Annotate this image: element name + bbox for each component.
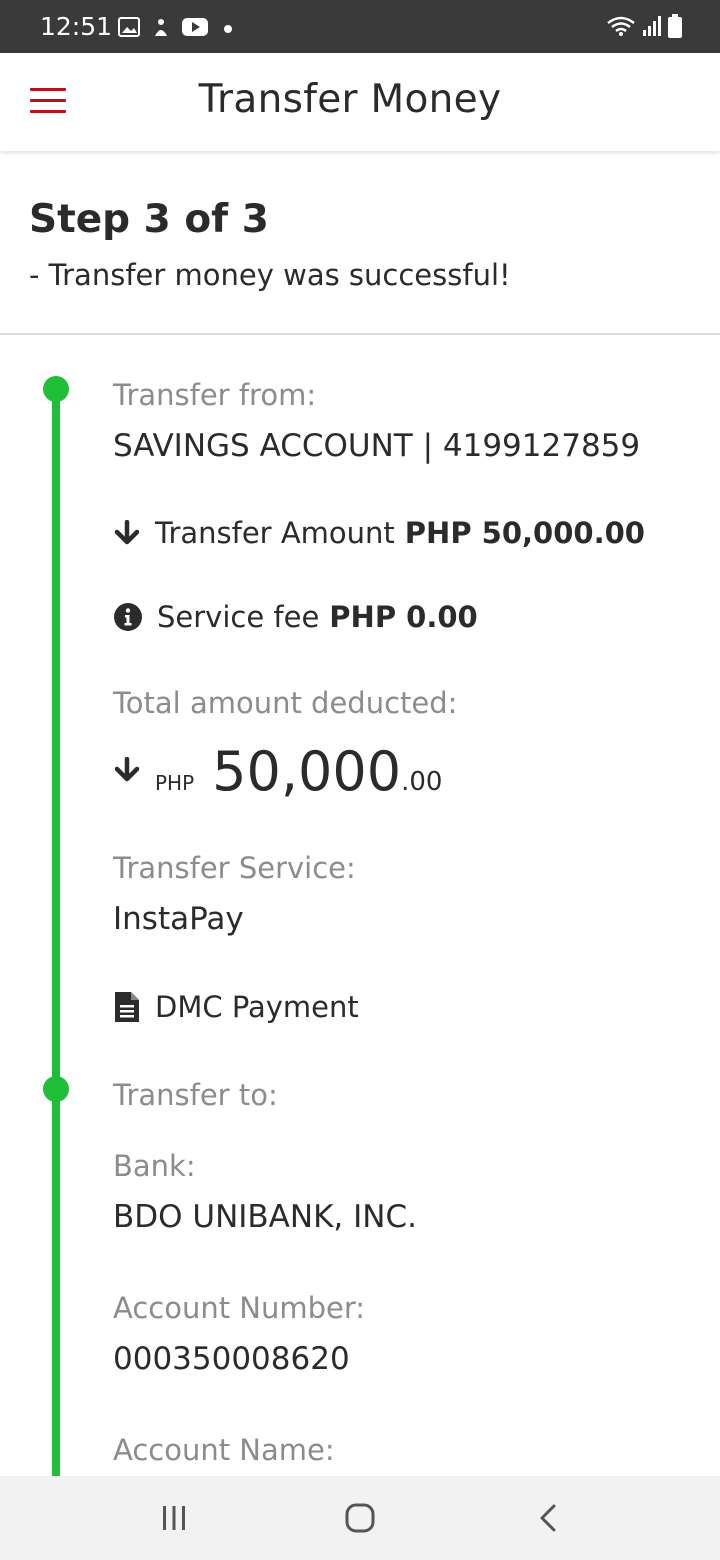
service-fee-value: PHP 0.00 [329,600,478,634]
account-number-label: Account Number: [113,1291,366,1325]
timeline-dot-from [43,376,69,402]
transfer-to-label: Transfer to: [113,1078,278,1112]
bank-label: Bank: [113,1149,196,1183]
transfer-amount-label: Transfer Amount [155,516,395,550]
youtube-icon [182,17,208,41]
transfer-from-value: SAVINGS ACCOUNT | 4199127859 [113,428,641,464]
service-fee-label: Service fee [157,600,320,634]
total-deducted-label: Total amount deducted: [113,686,458,720]
recent-apps-button[interactable] [154,1498,194,1538]
info-circle-icon [113,602,143,632]
total-currency: PHP [155,771,195,795]
account-number-value: 000350008620 [113,1341,350,1377]
timeline-line [52,390,60,1480]
arrow-down-icon [113,520,141,546]
total-amount-main: 50,000 [212,740,402,803]
timeline-dot-to [43,1076,69,1102]
gallery-icon [118,17,140,41]
home-button[interactable] [340,1498,380,1538]
total-amount-cents: .00 [401,767,443,797]
app-bar: Transfer Money [0,53,720,151]
system-icons [606,14,682,42]
transfer-service-label: Transfer Service: [113,851,356,885]
system-nav-bar [0,1476,720,1560]
status-time: 12:51 [40,12,113,41]
total-deducted-amount: PHP 50,000 .00 [113,740,442,803]
status-bar: 12:51 [0,0,720,53]
bank-value: BDO UNIBANK, INC. [113,1199,417,1235]
page-title: Transfer Money [198,77,502,122]
wifi-icon [606,15,636,41]
transfer-service-value: InstaPay [113,901,244,937]
arrow-down-icon [113,756,141,787]
signal-icon [642,15,662,41]
step-subtitle: - Transfer money was successful! [29,258,511,292]
purpose-row: DMC Payment [113,990,359,1024]
step-title: Step 3 of 3 [29,197,269,242]
transfer-amount-value: PHP 50,000.00 [404,516,645,550]
document-icon [113,990,141,1024]
app-notification-icon [150,16,172,42]
back-button[interactable] [528,1498,568,1538]
notification-icons [118,16,232,42]
battery-icon [668,14,682,42]
step-header: Step 3 of 3 - Transfer money was success… [0,153,720,335]
purpose-value: DMC Payment [155,990,359,1024]
transfer-amount-row: Transfer Amount PHP 50,000.00 [113,516,645,550]
service-fee-row: Service fee PHP 0.00 [113,600,478,634]
more-notifications-dot [224,25,232,33]
transfer-from-label: Transfer from: [113,378,317,412]
account-name-label: Account Name: [113,1433,335,1467]
